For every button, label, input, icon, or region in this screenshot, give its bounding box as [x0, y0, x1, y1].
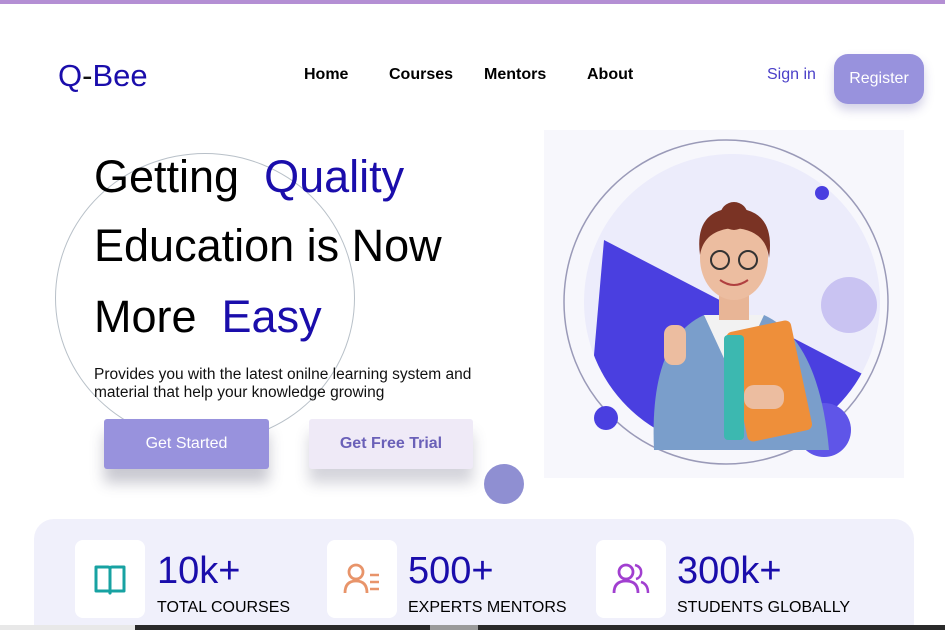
logo[interactable]: Q-Bee: [58, 58, 148, 94]
nav-courses[interactable]: Courses: [389, 66, 453, 84]
stat-card-courses: [75, 540, 145, 618]
stat-card-mentors: [327, 540, 397, 618]
nav-mentors[interactable]: Mentors: [484, 66, 546, 84]
sign-in-link[interactable]: Sign in: [767, 66, 816, 84]
book-icon: [94, 565, 126, 595]
headline-line-3: More Easy: [94, 294, 322, 339]
headline-line-2: Education is Now: [94, 220, 442, 271]
logo-dash: -: [82, 58, 93, 93]
top-accent-bar: [0, 0, 945, 4]
hero-subtext: Provides you with the latest onilne lear…: [94, 366, 472, 401]
headline-getting: Getting: [94, 151, 240, 202]
stat-card-students: [596, 540, 666, 618]
stat-value-mentors: 500+: [408, 550, 494, 592]
users-icon: [612, 563, 650, 594]
decorative-dot: [484, 464, 524, 504]
stat-value-courses: 10k+: [157, 550, 241, 592]
headline-quality: Quality: [264, 151, 405, 202]
mentor-list-icon: [343, 563, 379, 594]
stat-value-students: 300k+: [677, 550, 782, 592]
logo-q: Q: [58, 58, 83, 93]
scrollbar-thumb[interactable]: [430, 625, 478, 630]
get-free-trial-button[interactable]: Get Free Trial: [309, 419, 473, 469]
nav-home[interactable]: Home: [304, 66, 348, 84]
hero-image: [544, 130, 904, 478]
get-started-button[interactable]: Get Started: [104, 419, 269, 469]
bottom-strip-left: [0, 625, 135, 630]
student-illustration: [563, 139, 889, 465]
stat-label-students: STUDENTS GLOBALLY: [677, 599, 851, 616]
headline-more: More: [94, 291, 197, 342]
headline-line-1: Getting Quality: [94, 154, 404, 199]
bottom-scrollbar[interactable]: [0, 625, 945, 630]
headline-easy: Easy: [221, 291, 322, 342]
nav-about[interactable]: About: [587, 66, 633, 84]
register-button[interactable]: Register: [834, 54, 924, 104]
stat-label-courses: TOTAL COURSES: [157, 599, 291, 616]
stat-label-mentors: EXPERTS MENTORS: [408, 599, 567, 616]
logo-bee: Bee: [92, 58, 148, 93]
